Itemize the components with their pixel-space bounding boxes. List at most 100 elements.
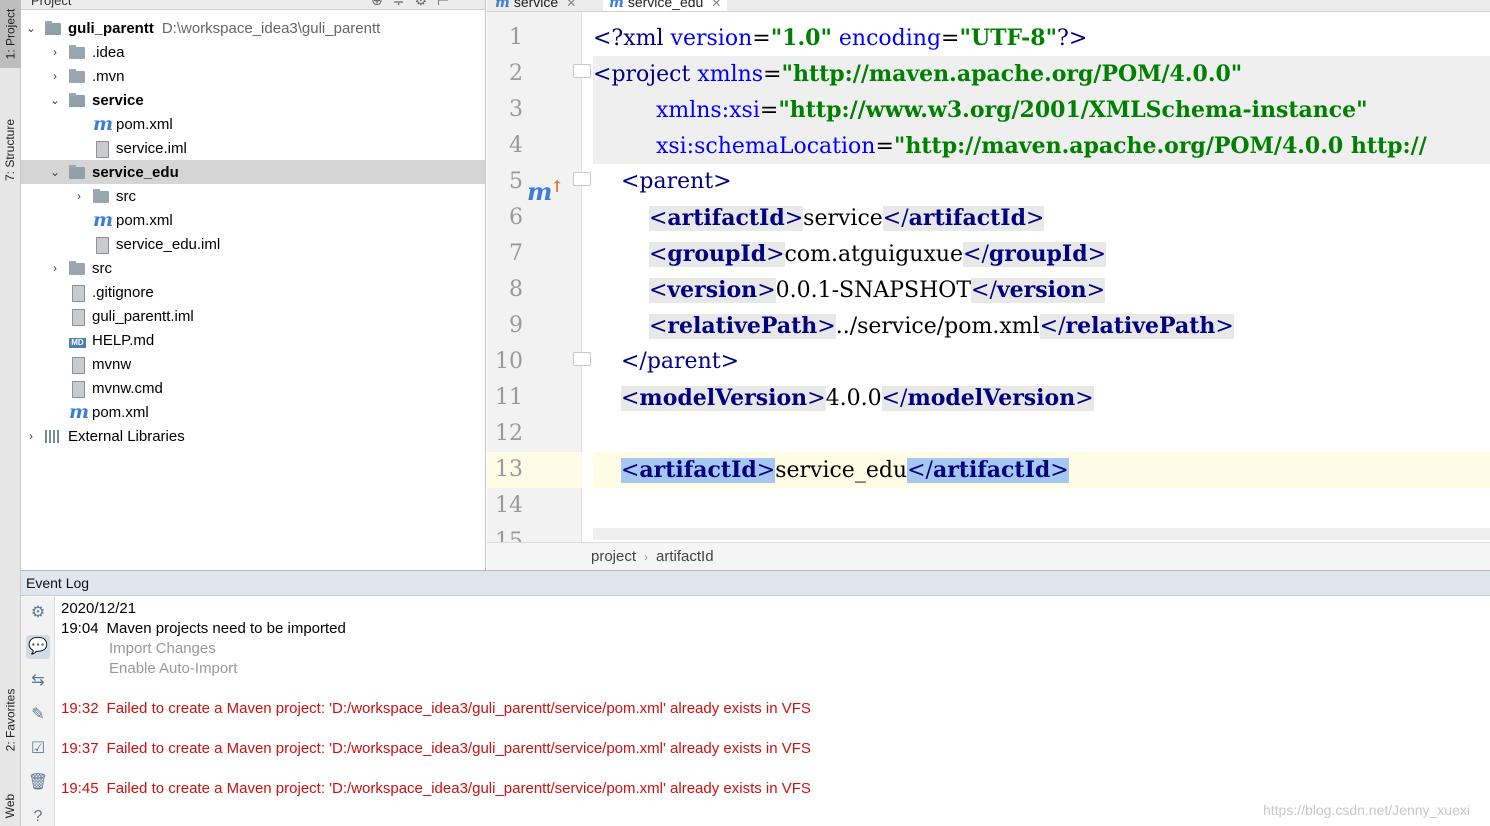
xml-tag: version (996, 277, 1087, 303)
line-number: 10 (495, 349, 523, 374)
event-log-body: 2020/12/21 19:04 Maven projects need to b… (61, 597, 1481, 826)
web-tool-tab-label: Web (3, 793, 18, 818)
code-line-4: xsi:schemaLocation="http://maven.apache.… (593, 128, 1490, 164)
chevron-right-icon[interactable]: › (49, 69, 61, 83)
close-icon[interactable]: ✕ (566, 0, 576, 10)
tab-service-pom[interactable]: m service ✕ (495, 0, 576, 11)
maven-parent-navigate-icon[interactable]: m↑ (527, 177, 566, 206)
log-entry: 19:04 Maven projects need to be imported (61, 619, 346, 639)
code-line-3: xmlns:xsi="http://www.w3.org/2001/XMLSch… (593, 92, 1490, 128)
code-line-10: </parent> (620, 349, 740, 374)
chevron-right-icon[interactable]: › (25, 429, 37, 443)
line-number: 9 (509, 313, 523, 338)
tree-item-external-libraries[interactable]: › External Libraries (21, 424, 485, 448)
tree-item-label: service_edu.iml (116, 235, 221, 253)
structure-tool-tab-label: 7: Structure (3, 118, 18, 182)
log-time: 19:32 (61, 700, 99, 717)
import-changes-link[interactable]: Import Changes (109, 639, 216, 659)
tree-item-mvn[interactable]: › .mvn (21, 64, 485, 88)
tree-item-service-edu-pom[interactable]: m pom.xml (21, 208, 485, 232)
checkbox-icon[interactable]: ☑ (26, 737, 50, 761)
tree-item-service-pom[interactable]: m pom.xml (21, 112, 485, 136)
help-icon[interactable]: ? (26, 805, 50, 826)
project-tool-tab[interactable]: 1: Project (0, 0, 21, 68)
fold-marker-icon[interactable] (573, 172, 591, 186)
xml-text: 0.0.1-SNAPSHOT (775, 278, 972, 303)
log-message: Maven projects need to be imported (106, 620, 346, 637)
maven-file-icon: m (609, 0, 624, 11)
xml-text: 4.0.0 (825, 386, 882, 411)
trash-icon[interactable]: 🗑 (26, 771, 50, 795)
editor-gutter[interactable]: 1 2 3 4 5 6 7 8 9 10 11 12 13 14 15 m↑ (487, 12, 591, 542)
log-message: Failed to create a Maven project: 'D:/wo… (106, 780, 811, 797)
tree-item-root-pom[interactable]: m pom.xml (21, 400, 485, 424)
tree-item-mvnw-cmd[interactable]: mvnw.cmd (21, 376, 485, 400)
maven-file-icon: m (93, 112, 114, 135)
maven-file-icon: m (69, 400, 90, 423)
tree-item-label: pom.xml (116, 115, 173, 133)
fold-marker-icon[interactable] (573, 352, 591, 366)
close-icon[interactable]: ✕ (711, 0, 721, 10)
tree-item-idea[interactable]: › .idea (21, 40, 485, 64)
tree-item-guli-parentt-iml[interactable]: guli_parentt.iml (21, 304, 485, 328)
tree-item-guli-parentt[interactable]: ⌄ guli_parentt D:\workspace_idea3\guli_p… (21, 16, 485, 40)
project-panel-title: Project (31, 0, 72, 8)
tree-item-service-edu-iml[interactable]: service_edu.iml (21, 232, 485, 256)
xml-tag: version (667, 277, 758, 303)
code-line-1: <?xml version="1.0" encoding="UTF-8"?> (593, 25, 1088, 51)
chevron-right-icon[interactable]: › (49, 45, 61, 59)
tree-item-service-iml[interactable]: service.iml (21, 136, 485, 160)
tree-item-service[interactable]: ⌄ service (21, 88, 485, 112)
breadcrumb-item-artifactid[interactable]: artifactId (656, 548, 714, 565)
line-number-current: 13 (487, 452, 582, 488)
xml-tag: groupId (988, 241, 1088, 267)
tree-item-label: HELP.md (92, 331, 155, 349)
tree-item-label: guli_parentt.iml (92, 307, 194, 325)
line-number: 11 (495, 385, 523, 410)
tree-item-service-edu[interactable]: ⌄ service_edu (21, 160, 485, 184)
tree-item-service-edu-src[interactable]: › src (21, 184, 485, 208)
settings-icon[interactable]: ⚙ (26, 601, 50, 625)
code-line-8: <version>0.0.1-SNAPSHOT</version> (648, 277, 1106, 303)
line-number: 2 (509, 61, 523, 86)
xml-text: service (803, 206, 883, 231)
enable-auto-import-link[interactable]: Enable Auto-Import (109, 659, 237, 679)
chevron-right-icon[interactable]: › (73, 189, 85, 203)
iml-file-icon (69, 308, 86, 326)
show-balloons-icon[interactable]: 💬 (26, 635, 50, 659)
log-message: Failed to create a Maven project: 'D:/wo… (106, 700, 811, 717)
chevron-down-icon[interactable]: ⌄ (49, 165, 61, 179)
favorites-tool-tab[interactable]: 2: Favorites (0, 665, 21, 775)
chevron-down-icon[interactable]: ⌄ (49, 93, 61, 107)
tree-item-src[interactable]: › src (21, 256, 485, 280)
xml-tag: artifactId (932, 457, 1051, 483)
log-entry-error: 19:45 Failed to create a Maven project: '… (61, 779, 811, 799)
chevron-right-icon[interactable]: › (49, 261, 61, 275)
mark-all-read-icon[interactable]: ✎ (26, 703, 50, 727)
tree-item-help-md[interactable]: MD HELP.md (21, 328, 485, 352)
code-line-15 (593, 528, 1490, 540)
web-tool-tab[interactable]: Web (0, 785, 21, 826)
tree-item-label: guli_parentt (68, 19, 154, 37)
chevron-down-icon[interactable]: ⌄ (25, 21, 37, 35)
project-panel-toolbar[interactable]: ⊕≑⚙⊢ (371, 0, 459, 9)
text-file-icon (69, 284, 86, 302)
favorites-tool-tab-label: 2: Favorites (3, 688, 18, 752)
soft-wrap-icon[interactable]: ⇆ (26, 669, 50, 693)
tree-item-mvnw[interactable]: mvnw (21, 352, 485, 376)
code-area[interactable]: <?xml version="1.0" encoding="UTF-8"?> <… (593, 20, 1490, 540)
tree-item-label: service_edu (92, 163, 179, 181)
tree-item-gitignore[interactable]: .gitignore (21, 280, 485, 304)
folder-icon (69, 260, 86, 276)
tab-label: service_edu (627, 0, 704, 10)
module-folder-icon (69, 164, 86, 180)
maven-file-icon: m (495, 0, 510, 11)
structure-tool-tab[interactable]: 7: Structure (0, 105, 21, 195)
editor-tab-bar: m service ✕ m service_edu ✕ (487, 0, 1490, 12)
fold-marker-icon[interactable] (573, 64, 591, 78)
code-line-13: <artifactId>service_edu</artifactId> (593, 452, 1490, 488)
breadcrumb-item-project[interactable]: project (591, 548, 636, 565)
xml-attr: xsi:schemaLocation (655, 134, 876, 159)
tab-service-edu-pom[interactable]: m service_edu ✕ (603, 0, 728, 11)
